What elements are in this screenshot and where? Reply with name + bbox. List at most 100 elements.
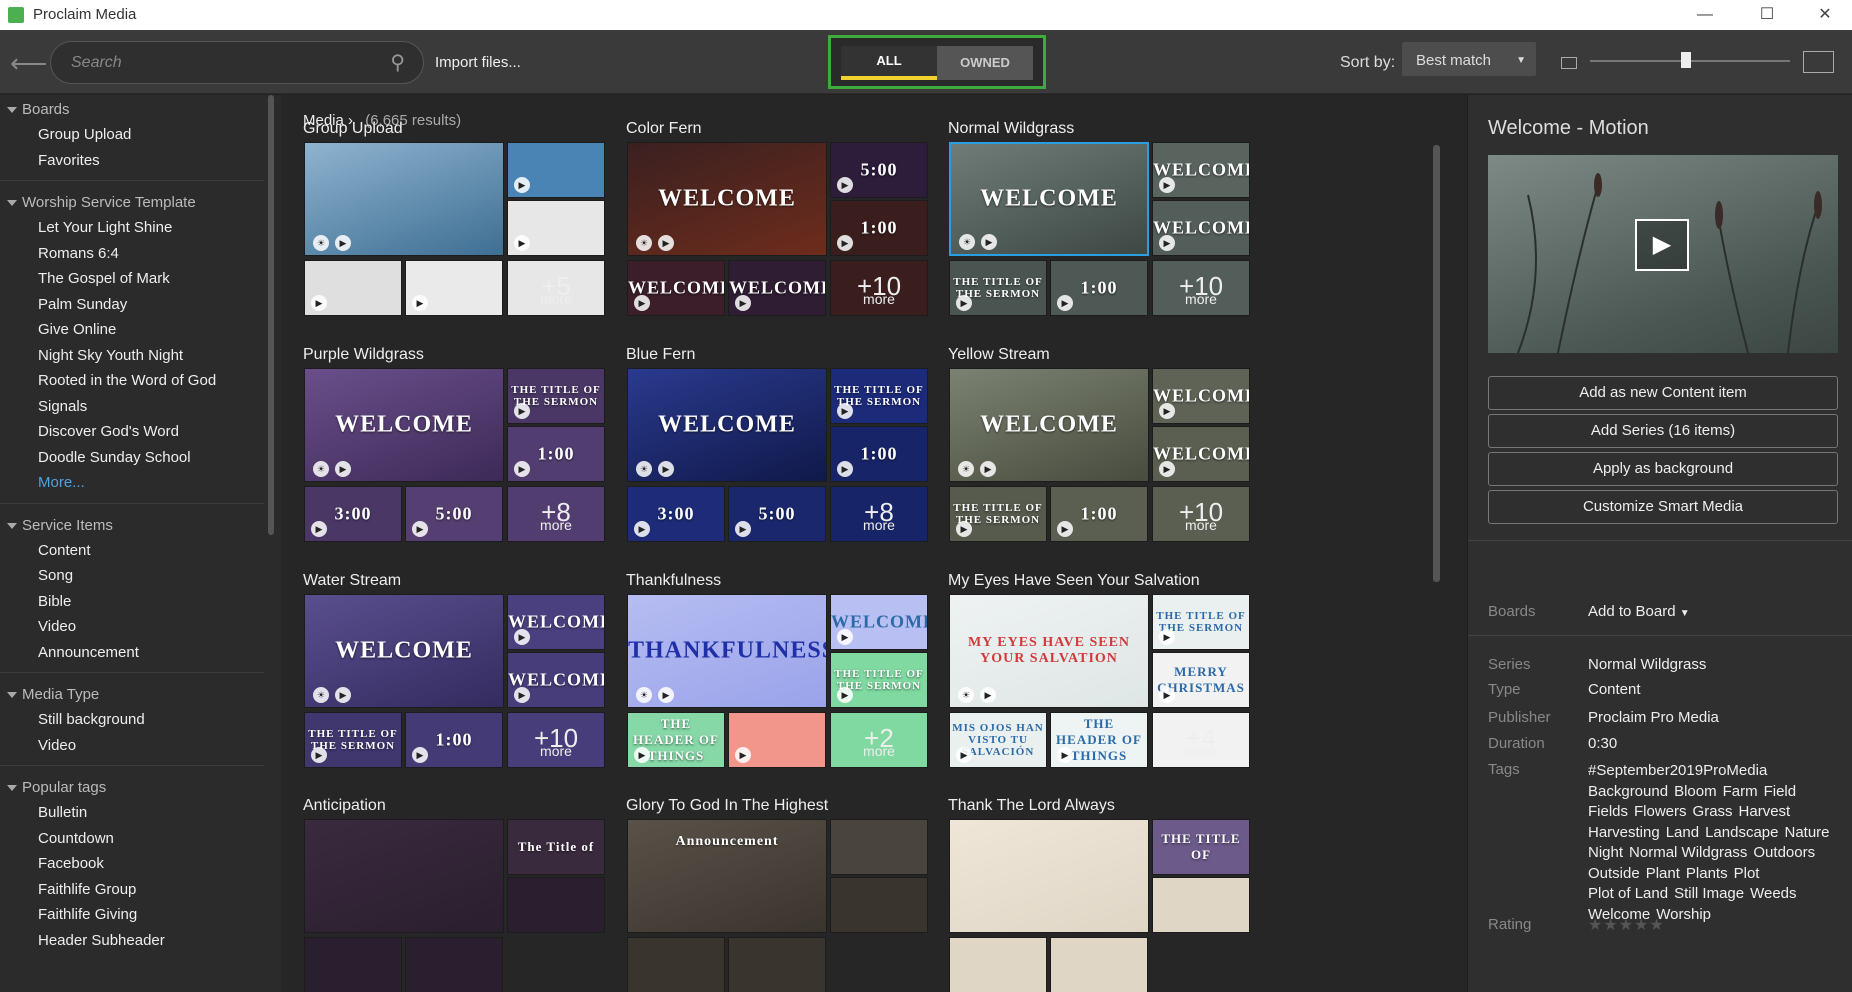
play-icon[interactable]: ▶ [311,295,327,311]
media-thumbnail-small[interactable]: THE TITLE OF THE SERMON ▶ [830,652,928,708]
media-thumbnail-small[interactable]: 1:00 ▶ [1050,260,1148,316]
media-thumbnail-small[interactable] [507,877,605,933]
media-thumbnail-small[interactable]: 5:00 ▶ [728,486,826,542]
sidebar-item-palm-sunday[interactable]: Palm Sunday [0,292,281,318]
rating-stars[interactable]: ★★★★★ [1588,915,1665,935]
play-icon[interactable]: ▶ [335,461,351,477]
media-thumbnail-small[interactable]: MERRY CHRISTMAS ▶ [1152,652,1250,708]
play-icon[interactable]: ▶ [412,295,428,311]
media-thumbnail-small[interactable]: WELCOME ▶ [627,260,725,316]
group-title[interactable]: My Eyes Have Seen Your Salvation [948,572,1308,594]
play-icon[interactable]: ▶ [514,403,530,419]
filter-all-tab[interactable]: ALL [841,46,937,80]
play-icon[interactable]: ▶ [514,687,530,703]
tag-background[interactable]: Background [1588,782,1668,803]
sidebar-item-song[interactable]: Song [0,563,281,589]
media-thumbnail-small[interactable]: 1:00 ▶ [405,712,503,768]
media-thumbnail-small[interactable]: ▶ [507,142,605,198]
media-thumbnail[interactable] [949,819,1149,933]
media-thumbnail-small[interactable]: THE TITLE OF THE SERMON ▶ [830,368,928,424]
play-icon[interactable]: ▶ [735,295,751,311]
tag-weeds[interactable]: Weeds [1750,884,1796,905]
sidebar-item-bulletin[interactable]: Bulletin [0,800,281,826]
play-icon[interactable]: ▶ [837,403,853,419]
sidebar-section-header[interactable]: Media Type [0,682,281,707]
sidebar-item-bible[interactable]: Bible [0,589,281,615]
play-icon[interactable]: ▶ [837,177,853,193]
media-thumbnail-small[interactable]: WELCOME ▶ [507,652,605,708]
more-items-tile[interactable]: +10 more [1152,486,1250,542]
play-icon[interactable]: ▶ [956,521,972,537]
media-thumbnail-small[interactable]: ▶ [405,260,503,316]
media-thumbnail-small[interactable] [830,819,928,875]
media-thumbnail-small[interactable]: 3:00 ▶ [627,486,725,542]
group-title[interactable]: Thank The Lord Always [948,797,1308,819]
sidebar-item-video[interactable]: Video [0,733,281,759]
add-series-button[interactable]: Add Series (16 items) [1488,414,1838,448]
media-thumbnail-small[interactable]: 5:00 ▶ [405,486,503,542]
tag-nature[interactable]: Nature [1784,823,1829,844]
play-icon[interactable]: ▶ [335,687,351,703]
media-thumbnail-small[interactable] [1050,937,1148,992]
zoom-slider-thumb[interactable] [1681,52,1691,68]
add-to-board-dropdown[interactable]: Add to Board ▼ [1588,603,1690,620]
media-thumbnail-small[interactable] [405,937,503,992]
play-icon[interactable]: ▶ [412,747,428,763]
play-icon[interactable]: ▶ [658,687,674,703]
sidebar-item-faithlife-giving[interactable]: Faithlife Giving [0,902,281,928]
media-thumbnail-small[interactable] [949,937,1047,992]
media-thumbnail-small[interactable]: THE TITLE OF [1152,819,1250,875]
media-thumbnail-small[interactable]: ▶ [304,260,402,316]
play-icon[interactable]: ▶ [837,629,853,645]
tag-fields[interactable]: Fields [1588,802,1628,823]
sidebar-item-video[interactable]: Video [0,614,281,640]
sidebar-item-favorites[interactable]: Favorites [0,148,281,174]
tag-flowers[interactable]: Flowers [1634,802,1687,823]
play-icon[interactable]: ▶ [1057,295,1073,311]
play-icon[interactable]: ▶ [956,747,972,763]
group-title[interactable]: Water Stream [303,572,663,594]
media-thumbnail-small[interactable] [627,937,725,992]
customize-smart-media-button[interactable]: Customize Smart Media [1488,490,1838,524]
play-icon[interactable]: ▶ [1159,235,1175,251]
group-title[interactable]: Glory To God In The Highest [626,797,986,819]
media-thumbnail-small[interactable]: THE HEADER OF THINGS ▶ [627,712,725,768]
media-thumbnail[interactable] [304,819,504,933]
search-field[interactable]: Search ⚲ [50,41,424,84]
tag-field[interactable]: Field [1764,782,1797,803]
media-thumbnail-small[interactable]: WELCOME ▶ [830,594,928,650]
tag-land[interactable]: Land [1666,823,1699,844]
small-thumbnail-icon[interactable] [1561,57,1577,69]
tag-grass[interactable]: Grass [1693,802,1733,823]
sidebar-item-discover-god-s-word[interactable]: Discover God's Word [0,419,281,445]
media-thumbnail-small[interactable]: WELCOME ▶ [1152,426,1250,482]
media-thumbnail-small[interactable]: WELCOME ▶ [1152,368,1250,424]
sidebar-section-header[interactable]: Service Items [0,513,281,538]
sidebar-item-give-online[interactable]: Give Online [0,317,281,343]
more-items-tile[interactable]: +5 more [507,260,605,316]
play-icon[interactable]: ▶ [956,295,972,311]
more-items-tile[interactable]: +10 more [1152,260,1250,316]
media-thumbnail-small[interactable]: 5:00 ▶ [830,142,928,198]
media-thumbnail[interactable]: WELCOME ▶ ☀ [627,142,827,256]
more-items-tile[interactable]: +8 more [830,486,928,542]
sidebar-item-signals[interactable]: Signals [0,394,281,420]
tag-farm[interactable]: Farm [1723,782,1758,803]
sidebar-scrollbar[interactable] [268,95,274,535]
sidebar-section-header[interactable]: Worship Service Template [0,190,281,215]
tag-plant[interactable]: Plant [1646,864,1680,885]
minimize-button[interactable]: — [1676,0,1734,30]
more-items-tile[interactable]: +2 more [830,712,928,768]
media-thumbnail-small[interactable]: THE TITLE OF THE SERMON ▶ [949,486,1047,542]
group-title[interactable]: Thankfulness [626,572,986,594]
more-items-tile[interactable]: +10 more [830,260,928,316]
group-title[interactable]: Color Fern [626,120,986,142]
media-thumbnail-small[interactable]: WELCOME ▶ [1152,200,1250,256]
media-thumbnail[interactable]: WELCOME ▶ ☀ [949,368,1149,482]
tag-still-image[interactable]: Still Image [1674,884,1744,905]
sidebar-item-romans-6-4[interactable]: Romans 6:4 [0,241,281,267]
sidebar-item-still-background[interactable]: Still background [0,707,281,733]
tag-plot[interactable]: Plot [1734,864,1760,885]
more-items-tile[interactable]: +4 more [1152,712,1250,768]
play-icon[interactable]: ▶ [634,747,650,763]
